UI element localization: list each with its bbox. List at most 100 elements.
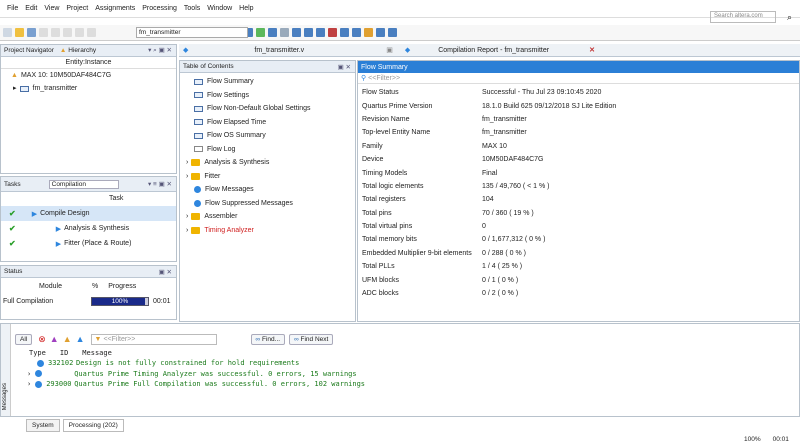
message-row[interactable]: 332102 Design is not fully constrained fo… [27,358,799,369]
compile-design-icon[interactable] [280,28,289,37]
expand-icon[interactable]: › [27,380,31,388]
summary-row[interactable]: Device 10M50DAF484C7G [358,153,799,166]
info-filter-icon[interactable]: ▲ [76,334,85,344]
cut-icon[interactable] [39,28,48,37]
summary-row[interactable]: Quartus Prime Version 18.1.0 Build 625 09… [358,99,799,112]
summary-row[interactable]: UFM blocks 0 / 1 ( 0 % ) [358,273,799,286]
summary-row[interactable]: Revision Name fm_transmitter [358,113,799,126]
error-filter-icon[interactable]: ⊗ [38,334,46,345]
expand-icon[interactable]: › [186,227,188,234]
search-input[interactable]: Search altera.com [710,11,776,23]
summary-row[interactable]: ADC blocks 0 / 2 ( 0 % ) [358,287,799,300]
open-file-icon[interactable] [15,28,24,37]
panel-controls-icon[interactable]: ▾ ⌕ ▣ ✕ [148,46,172,55]
platform-designer-icon[interactable] [376,28,385,37]
chip-planner-icon[interactable] [268,28,277,37]
toc-item[interactable]: › Assembler [180,210,355,224]
fitter-icon[interactable] [316,28,325,37]
toc-item[interactable]: Flow Suppressed Messages [180,197,355,211]
programmer-icon[interactable] [364,28,373,37]
device-row[interactable]: ▲ MAX 10: 10M50DAF484C7G [1,69,176,82]
panel-controls-icon[interactable]: ▾ ≡ ▣ ✕ [148,180,172,188]
timing-analyzer-icon[interactable] [340,28,349,37]
menu-assignments[interactable]: Assignments [95,5,135,12]
critical-warning-icon[interactable]: ▲ [50,334,59,344]
play-icon[interactable]: ▶ [56,225,61,233]
toc-item[interactable]: Flow Messages [180,183,355,197]
menu-edit[interactable]: Edit [25,5,37,12]
toc-item[interactable]: › Timing Analyzer [180,224,355,238]
netlist-viewer-icon[interactable] [352,28,361,37]
file-tab[interactable]: fm_transmitter.v [254,47,304,54]
menu-tools[interactable]: Tools [184,5,200,12]
expand-icon[interactable]: › [186,213,188,220]
copy-icon[interactable] [51,28,60,37]
tab-processing[interactable]: Processing (202) [62,418,124,432]
task-row[interactable]: ✔ ▶ Fitter (Place & Route) [1,236,176,251]
settings-icon[interactable] [256,28,265,37]
toc-item[interactable]: Flow OS Summary [180,129,355,143]
summary-row[interactable]: Total virtual pins 0 [358,220,799,233]
search-icon[interactable]: ⌕ [787,12,792,23]
all-button[interactable]: All [15,333,33,345]
find-button[interactable]: ∞ Find... [250,333,286,345]
expand-icon[interactable]: › [186,159,188,166]
toc-item[interactable]: Flow Summary [180,75,355,89]
expand-icon[interactable]: ▸ [13,82,17,95]
analysis-synthesis-icon[interactable] [304,28,313,37]
new-file-icon[interactable] [3,28,12,37]
summary-row[interactable]: Timing Models Final [358,166,799,179]
flow-select[interactable]: Compilation [48,179,119,189]
play-icon[interactable]: ▶ [32,210,37,218]
tab-system[interactable]: System [26,418,60,432]
menu-help[interactable]: Help [239,5,253,12]
toc-item[interactable]: Flow Log [180,143,355,157]
message-row[interactable]: › 293000 Quartus Prime Full Compilation wa… [27,379,799,390]
start-compilation-icon[interactable] [292,28,301,37]
summary-row[interactable]: Total logic elements 135 / 49,760 ( < 1 %… [358,180,799,193]
menu-view[interactable]: View [44,5,59,12]
check-icon: ✔ [9,239,16,248]
summary-row[interactable]: Family MAX 10 [358,140,799,153]
play-icon[interactable]: ▶ [56,240,61,248]
stop-icon[interactable] [328,28,337,37]
close-icon[interactable]: ✕ [589,46,595,54]
task-row[interactable]: ✔ ▶ Compile Design [1,206,176,221]
summary-row[interactable]: Total pins 70 / 360 ( 19 % ) [358,207,799,220]
expand-icon[interactable]: › [27,370,31,378]
redo-icon[interactable] [87,28,96,37]
navigator-view-select[interactable]: Hierarchy [68,47,96,54]
message-row[interactable]: › Quartus Prime Timing Analyzer was succe… [27,369,799,380]
summary-row[interactable]: Flow Status Successful - Thu Jul 23 09:10… [358,86,799,99]
save-icon[interactable] [27,28,36,37]
paste-icon[interactable] [63,28,72,37]
panel-controls-icon[interactable]: ▣ ✕ [338,63,351,71]
top-entity-row[interactable]: ▸ fm_transmitter [1,82,176,95]
summary-filter[interactable]: ⚲ <<Filter>> [358,73,799,84]
report-tab[interactable]: Compilation Report - fm_transmitter [438,47,549,54]
panel-controls-icon[interactable]: ▣ ✕ [159,268,172,276]
toc-item[interactable]: Flow Settings [180,89,355,103]
task-row[interactable]: ✔ ▶ Analysis & Synthesis [1,221,176,236]
toc-item[interactable]: Flow Non-Default Global Settings [180,102,355,116]
summary-row[interactable]: Embedded Multiplier 9-bit elements 0 / 28… [358,247,799,260]
summary-row[interactable]: Top-level Entity Name fm_transmitter [358,126,799,139]
message-filter-input[interactable]: ▼ <<Filter>> [90,333,217,345]
chat-icon[interactable] [388,28,397,37]
toc-item[interactable]: Flow Elapsed Time [180,116,355,130]
summary-row[interactable]: Total memory bits 0 / 1,677,312 ( 0 % ) [358,233,799,246]
menu-project[interactable]: Project [66,5,88,12]
summary-row[interactable]: Total PLLs 1 / 4 ( 25 % ) [358,260,799,273]
toc-item[interactable]: › Fitter [180,170,355,184]
undo-icon[interactable] [75,28,84,37]
tab-close-icon[interactable]: ▣ [386,46,393,54]
menu-processing[interactable]: Processing [142,5,177,12]
summary-row[interactable]: Total registers 104 [358,193,799,206]
menu-file[interactable]: File [7,5,18,12]
toc-item[interactable]: › Analysis & Synthesis [180,156,355,170]
warning-filter-icon[interactable]: ▲ [63,334,72,344]
expand-icon[interactable]: › [186,173,188,180]
entity-select[interactable]: fm_transmitter [136,27,248,38]
find-next-button[interactable]: ∞ Find Next [289,333,334,345]
menu-window[interactable]: Window [207,5,232,12]
